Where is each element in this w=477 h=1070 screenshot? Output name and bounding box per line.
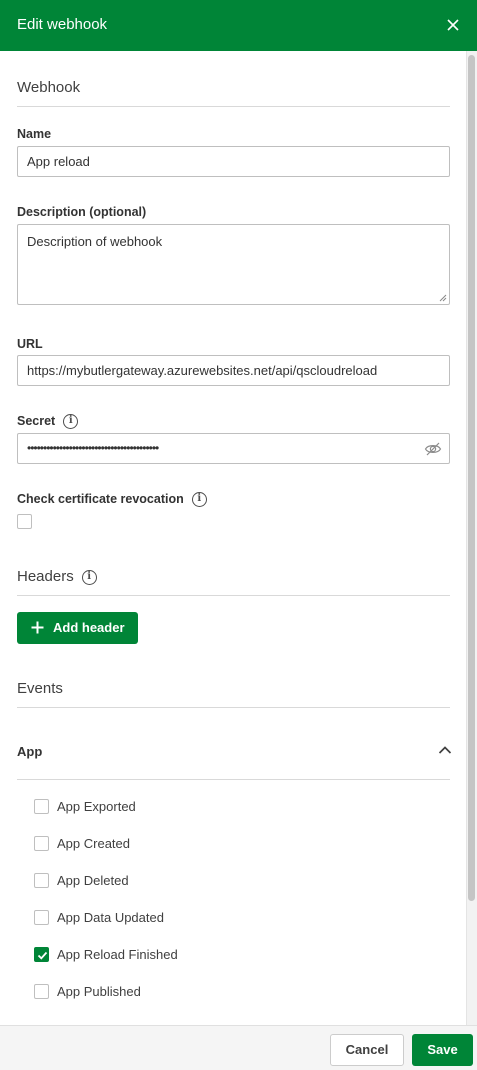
event-checkbox[interactable] (34, 799, 49, 814)
event-label: App Exported (57, 799, 136, 814)
cert-revocation-label: Check certificate revocation (17, 492, 184, 506)
description-label: Description (optional) (17, 205, 147, 219)
event-checkbox[interactable] (34, 984, 49, 999)
add-header-label: Add header (53, 620, 125, 635)
dialog-title: Edit webhook (17, 16, 108, 33)
resize-grip-icon[interactable] (439, 294, 447, 302)
event-label: App Data Updated (57, 910, 164, 925)
divider (17, 707, 450, 708)
divider (17, 779, 450, 780)
section-title-headers: Headers (17, 568, 74, 585)
secret-label-row: Secret (17, 414, 79, 430)
scrollbar-thumb[interactable] (468, 55, 475, 901)
url-label: URL (17, 337, 43, 351)
section-title-events: Events (17, 680, 63, 697)
eye-slash-icon[interactable] (424, 441, 442, 457)
info-icon[interactable] (81, 569, 97, 585)
name-label: Name (17, 127, 52, 141)
event-label: App Created (57, 836, 130, 851)
event-checkbox[interactable] (34, 910, 49, 925)
event-checkbox[interactable] (34, 836, 49, 851)
divider (17, 106, 450, 107)
plus-icon (31, 621, 44, 634)
secret-input[interactable]: ••••••••••••••••••••••••••••••••••••••••… (17, 433, 450, 464)
secret-value: ••••••••••••••••••••••••••••••••••••••••… (27, 441, 159, 455)
name-input[interactable] (17, 146, 450, 177)
event-label: App Published (57, 984, 141, 999)
url-input[interactable] (17, 355, 450, 386)
description-text: Description of webhook (27, 234, 163, 249)
event-checkbox[interactable] (34, 873, 49, 888)
event-label: App Reload Finished (57, 947, 178, 962)
event-label: App Deleted (57, 873, 129, 888)
section-title-headers-row: Headers (17, 568, 97, 585)
add-header-button[interactable]: Add header (17, 612, 138, 644)
checkmark-icon (37, 951, 48, 960)
description-textarea[interactable]: Description of webhook (17, 224, 450, 305)
divider (17, 595, 450, 596)
cancel-button[interactable]: Cancel (330, 1034, 404, 1066)
info-icon[interactable] (63, 414, 79, 430)
dialog-footer: Cancel Save (0, 1025, 477, 1070)
secret-label: Secret (17, 414, 56, 428)
info-icon[interactable] (191, 492, 207, 508)
save-button[interactable]: Save (412, 1034, 473, 1066)
app-group-title[interactable]: App (17, 744, 42, 759)
section-title-webhook: Webhook (17, 79, 81, 96)
close-icon[interactable] (443, 15, 463, 35)
dialog-header: Edit webhook (0, 0, 477, 51)
cert-revocation-checkbox[interactable] (17, 514, 32, 529)
chevron-up-icon[interactable] (438, 745, 452, 755)
cert-revocation-label-row: Check certificate revocation (17, 492, 207, 508)
event-checkbox-checked[interactable] (34, 947, 49, 962)
